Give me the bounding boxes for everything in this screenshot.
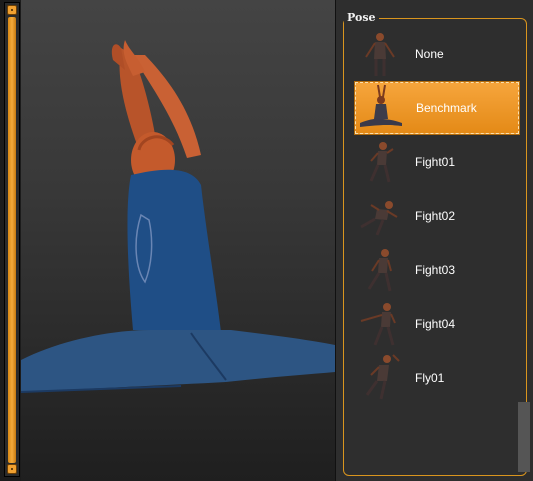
- pose-item-fight01[interactable]: Fight01: [355, 136, 519, 188]
- pose-thumbnail-none: [357, 29, 403, 79]
- pose-label-fly01: Fly01: [415, 371, 445, 385]
- slider-bottom-handle[interactable]: [7, 464, 17, 474]
- panel-scrollbar[interactable]: [518, 402, 530, 472]
- slider-track[interactable]: [8, 17, 16, 463]
- pose-label-fight04: Fight04: [415, 317, 456, 331]
- character-model: [21, 40, 335, 393]
- pose-panel-title: Pose: [344, 12, 379, 24]
- pose-item-benchmark[interactable]: Benchmark: [354, 81, 520, 135]
- pose-item-fight02[interactable]: Fight02: [355, 190, 519, 242]
- pose-list: None Benchmark Fight01 Fight02 Fight03 F…: [354, 28, 520, 406]
- pose-thumbnail-fly01: [357, 353, 403, 403]
- pose-thumbnail-fight04: [357, 299, 403, 349]
- pose-label-fight03: Fight03: [415, 263, 456, 277]
- pose-item-none[interactable]: None: [355, 28, 519, 80]
- pose-label-fight02: Fight02: [415, 209, 456, 223]
- pose-label-none: None: [415, 47, 444, 61]
- pose-thumbnail-benchmark: [358, 83, 404, 133]
- 3d-viewport[interactable]: [21, 0, 335, 481]
- pose-item-fight03[interactable]: Fight03: [355, 244, 519, 296]
- pose-item-fly01[interactable]: Fly01: [355, 352, 519, 404]
- pose-label-benchmark: Benchmark: [416, 101, 477, 115]
- slider-top-handle[interactable]: [7, 5, 17, 15]
- pose-thumbnail-fight02: [357, 191, 403, 241]
- pose-panel: Pose None Benchmark Fight01 Fight02 Figh…: [335, 0, 533, 481]
- vertical-slider[interactable]: [4, 2, 20, 477]
- pose-label-fight01: Fight01: [415, 155, 456, 169]
- pose-thumbnail-fight03: [357, 245, 403, 295]
- pose-item-fight04[interactable]: Fight04: [355, 298, 519, 350]
- pose-thumbnail-fight01: [357, 137, 403, 187]
